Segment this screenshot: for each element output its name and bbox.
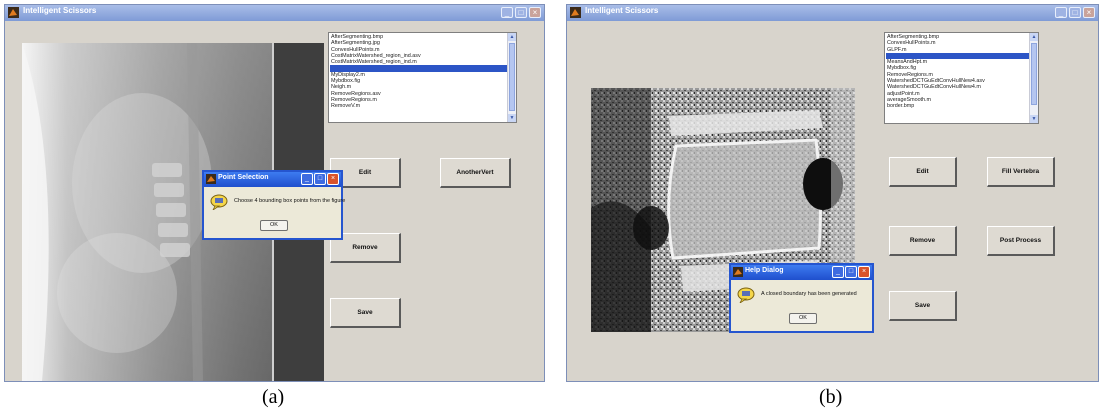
panel-a-window: Intelligent Scissors _ □ × AfterSegmenti… [4,4,545,382]
ok-button[interactable]: OK [260,220,288,231]
minimize-button[interactable]: _ [501,7,513,18]
scroll-down-arrow-icon[interactable]: ▼ [1030,115,1038,123]
maximize-button[interactable]: □ [1069,7,1081,18]
dialog-title: Point Selection [218,174,269,181]
dialog-close-button[interactable]: × [327,173,339,185]
dialog-message: Choose 4 bounding box points from the fi… [234,198,346,204]
window-title: Intelligent Scissors [585,6,659,15]
another-vert-button[interactable]: AnotherVert [440,158,511,188]
maximize-button[interactable]: □ [515,7,527,18]
panel-b-titlebar: Intelligent Scissors _ □ × [567,5,1098,21]
fill-vertebra-button[interactable]: Fill Vertebra [987,157,1055,187]
save-button[interactable]: Save [330,298,401,328]
scroll-thumb[interactable] [509,43,515,111]
dialog-close-button[interactable]: × [858,266,870,278]
edit-button[interactable]: Edit [889,157,957,187]
dialog-titlebar: Help Dialog _ □ × [731,265,872,280]
list-item[interactable]: border.bmp [886,103,1029,109]
dialog-maximize-button[interactable]: □ [314,173,326,185]
help-speech-bubble-icon [737,287,755,303]
dialog-message: A closed boundary has been generated [761,291,857,297]
help-dialog: Help Dialog _ □ × A closed boundary has … [729,263,874,333]
matlab-icon [570,7,581,18]
point-selection-dialog: Point Selection _ □ × Choose 4 bounding … [202,170,346,240]
matlab-icon [206,174,216,184]
window-title: Intelligent Scissors [23,6,97,15]
help-speech-bubble-icon [210,194,228,210]
save-button[interactable]: Save [889,291,957,321]
matlab-icon [733,267,743,277]
panel-a-titlebar: Intelligent Scissors _ □ × [5,5,544,21]
listbox-scrollbar[interactable]: ▲ ▼ [1029,33,1038,123]
remove-button[interactable]: Remove [889,226,957,256]
caption-b: (b) [819,386,843,408]
panel-b-window: Intelligent Scissors _ □ × AfterSegmenti… [566,4,1099,382]
caption-a: (a) [262,386,285,408]
dialog-minimize-button[interactable]: _ [832,266,844,278]
listbox-scrollbar[interactable]: ▲ ▼ [507,33,516,122]
matlab-icon [8,7,19,18]
close-button[interactable]: × [1083,7,1095,18]
minimize-button[interactable]: _ [1055,7,1067,18]
dialog-minimize-button[interactable]: _ [301,173,313,185]
scroll-up-arrow-icon[interactable]: ▲ [1030,33,1038,41]
post-process-button[interactable]: Post Process [987,226,1055,256]
scroll-up-arrow-icon[interactable]: ▲ [508,33,516,41]
scroll-thumb[interactable] [1031,43,1037,105]
ok-button[interactable]: OK [789,313,817,324]
file-listbox[interactable]: AfterSegmenting.bmp ConvexHullPoints.m GLP… [884,32,1039,124]
close-button[interactable]: × [529,7,541,18]
scroll-down-arrow-icon[interactable]: ▼ [508,114,516,122]
dialog-maximize-button[interactable]: □ [845,266,857,278]
file-listbox[interactable]: AfterSegmenting.bmp AfterSegmenting.jpg Co… [328,32,517,123]
dialog-titlebar: Point Selection _ □ × [204,172,341,187]
dialog-title: Help Dialog [745,267,784,274]
list-item[interactable]: RemoveV.m [330,103,507,109]
